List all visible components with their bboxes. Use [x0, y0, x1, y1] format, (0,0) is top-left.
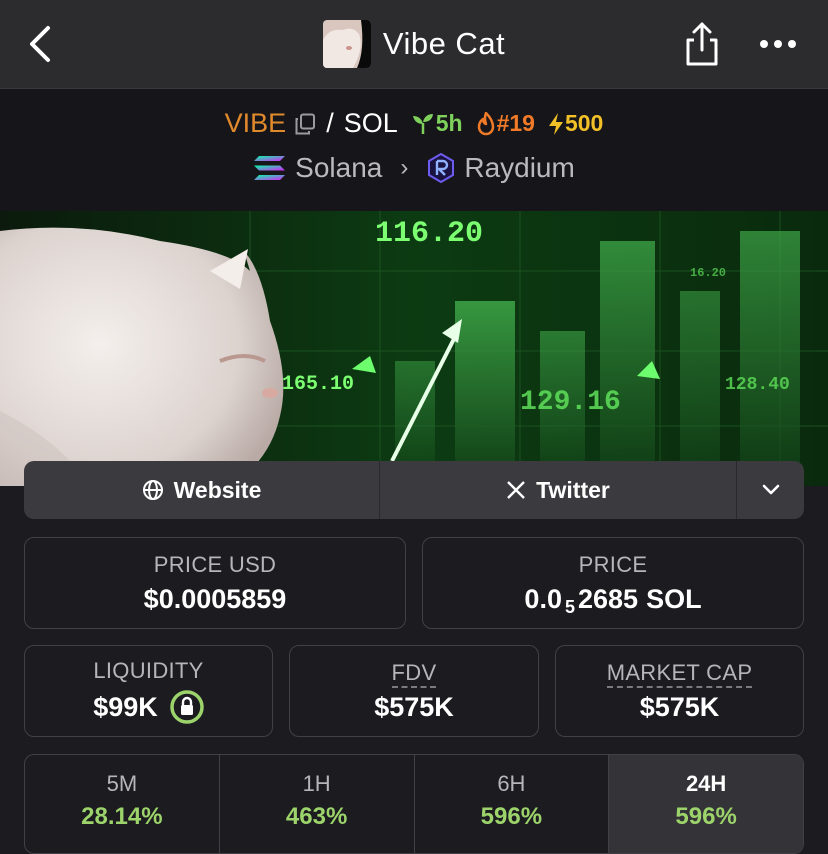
market-cap-value: $575K — [639, 691, 720, 722]
banner-label-left: 165.10 — [282, 373, 354, 396]
price-native-card: PRICE 0.0 5 2685 SOL — [422, 537, 804, 629]
chevron-down-icon — [762, 484, 779, 495]
chevron-right-icon: › — [400, 154, 409, 181]
fdv-card[interactable]: FDV $575K — [289, 645, 539, 737]
price-native-value: 0.0 5 2685 SOL — [524, 583, 702, 617]
token-avatar — [322, 20, 371, 68]
change-tab-6h[interactable]: 6H 596% — [415, 755, 610, 853]
change-tab-5m[interactable]: 5M 28.14% — [25, 755, 220, 853]
change-value: 463% — [285, 803, 348, 830]
page-title: Vibe Cat — [382, 26, 506, 61]
age-value: 5h — [435, 110, 463, 136]
rank-badge[interactable]: #19 — [475, 110, 535, 137]
raydium-icon — [428, 153, 455, 183]
price-zero-count: 5 — [564, 596, 575, 617]
more-horizontal-icon[interactable] — [758, 38, 798, 50]
price-prefix: 0.0 — [524, 583, 562, 614]
market-cap-card[interactable]: MARKET CAP $575K — [555, 645, 804, 737]
change-tab-1h[interactable]: 1H 463% — [220, 755, 415, 853]
banner-label-right: 128.40 — [725, 375, 790, 395]
chain-breadcrumb: Solana › Raydium — [0, 152, 828, 184]
pair-line: VIBE / SOL 5h #19 500 — [0, 108, 828, 139]
lock-icon[interactable] — [170, 690, 204, 724]
price-label: PRICE — [578, 551, 648, 577]
price-unit: SOL — [646, 583, 702, 614]
price-digits: 2685 — [577, 583, 639, 614]
base-symbol: VIBE — [224, 108, 287, 138]
chain-name[interactable]: Solana — [295, 152, 382, 184]
rank-value: #19 — [496, 110, 535, 136]
change-label: 1H — [302, 771, 331, 796]
market-cap-label[interactable]: MARKET CAP — [606, 659, 753, 688]
age-badge: 5h — [410, 110, 463, 137]
change-label: 24H — [685, 771, 727, 796]
price-usd-value: $0.0005859 — [143, 583, 287, 614]
price-change-tabs: 5M 28.14% 1H 463% 6H 596% 24H 596% — [24, 754, 804, 854]
boost-badge[interactable]: 500 — [547, 110, 603, 137]
lightning-icon — [548, 112, 563, 135]
flame-icon — [477, 111, 494, 135]
change-tab-24h[interactable]: 24H 596% — [609, 755, 803, 853]
globe-icon — [142, 480, 163, 500]
token-banner: 116.20 165.10 129.16 128.40 16.20 — [0, 211, 828, 486]
change-label: 6H — [497, 771, 526, 796]
sprout-icon — [412, 113, 433, 134]
price-usd-label: PRICE USD — [153, 551, 277, 577]
change-label: 5M — [106, 771, 138, 796]
quote-symbol: SOL — [343, 108, 398, 138]
copy-icon[interactable] — [294, 113, 316, 135]
x-logo-icon — [507, 481, 526, 499]
website-label: Website — [173, 476, 262, 503]
banner-label-mid: 129.16 — [520, 387, 621, 418]
solana-icon — [254, 156, 286, 180]
twitter-label: Twitter — [536, 476, 610, 503]
change-value: 28.14% — [81, 803, 163, 830]
change-value: 596% — [480, 803, 543, 830]
banner-label-small: 16.20 — [690, 266, 726, 280]
liquidity-value: $99K — [93, 691, 158, 722]
top-bar: Vibe Cat — [0, 0, 828, 89]
liquidity-label: LIQUIDITY — [93, 658, 204, 683]
twitter-button[interactable]: Twitter — [380, 461, 737, 519]
cat-image — [0, 227, 284, 486]
banner-image: 116.20 165.10 129.16 128.40 16.20 — [0, 211, 828, 486]
fdv-value: $575K — [374, 691, 454, 722]
price-usd-card: PRICE USD $0.0005859 — [24, 537, 406, 629]
liquidity-card: LIQUIDITY $99K — [24, 645, 273, 737]
banner-label-top: 116.20 — [375, 217, 483, 251]
change-value: 596% — [675, 803, 737, 830]
liquidity-value-row: $99K — [93, 690, 204, 724]
social-links: Website Twitter — [24, 461, 804, 519]
more-links-button[interactable] — [737, 461, 804, 519]
share-icon[interactable] — [680, 20, 724, 68]
fdv-label[interactable]: FDV — [391, 659, 437, 688]
dex-name[interactable]: Raydium — [464, 152, 574, 184]
boost-value: 500 — [564, 110, 604, 136]
website-button[interactable]: Website — [24, 461, 380, 519]
pair-separator: / — [326, 108, 334, 138]
